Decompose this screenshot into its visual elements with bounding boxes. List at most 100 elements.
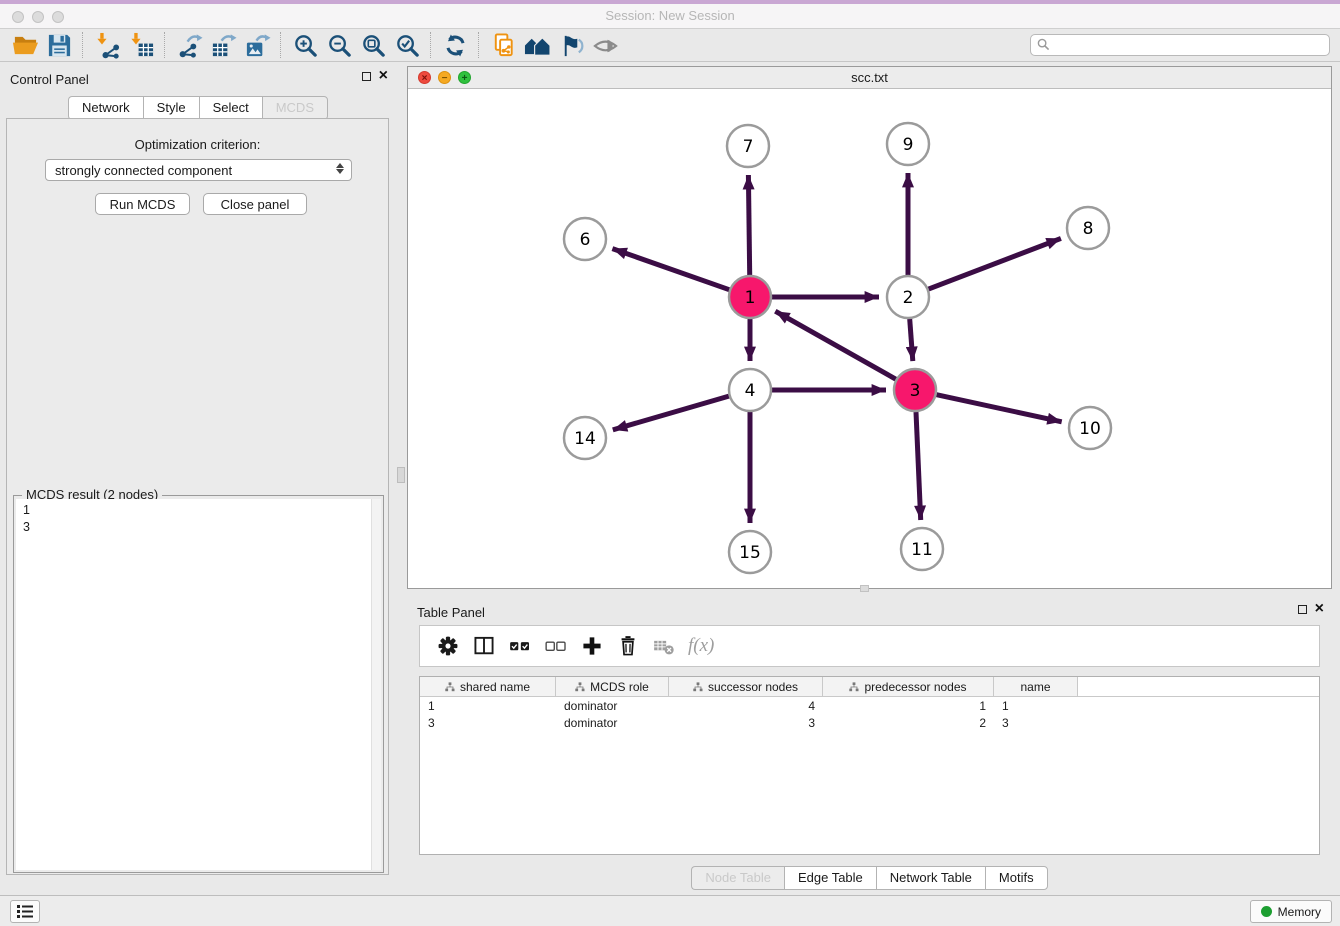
cell-mcds-role[interactable]: dominator xyxy=(556,699,669,713)
graph-edge-1-6[interactable] xyxy=(612,249,729,290)
close-panel-icon[interactable]: × xyxy=(1315,603,1324,615)
column-header-name[interactable]: name xyxy=(994,677,1078,696)
import-network-icon[interactable] xyxy=(90,31,124,59)
control-panel: Control Panel × Network Style Select MCD… xyxy=(0,63,396,895)
search-icon xyxy=(1037,38,1050,51)
graph-node-label: 7 xyxy=(743,137,754,157)
window-title: Session: New Session xyxy=(0,8,1340,23)
select-stepper-icon xyxy=(336,163,344,174)
graph-edge-3-10[interactable] xyxy=(937,395,1062,422)
tab-mcds[interactable]: MCDS xyxy=(262,96,328,120)
delete-table-icon[interactable] xyxy=(646,631,682,661)
close-panel-button[interactable]: Close panel xyxy=(203,193,307,215)
main-toolbar xyxy=(0,29,1340,62)
vertical-splitter-handle[interactable] xyxy=(397,467,405,483)
close-panel-icon[interactable]: × xyxy=(379,70,388,82)
cell-predecessor-nodes[interactable]: 2 xyxy=(823,716,994,730)
graph-node-label: 11 xyxy=(911,540,933,560)
titlebar-accent xyxy=(0,0,1340,4)
table-header-row: shared name MCDS role successor nodes pr… xyxy=(420,677,1319,697)
graph-edge-3-1[interactable] xyxy=(775,311,896,379)
memory-button[interactable]: Memory xyxy=(1250,900,1332,923)
table-row[interactable]: 3 dominator 3 2 3 xyxy=(420,714,1319,731)
graph-node-label: 14 xyxy=(574,429,596,449)
cell-shared-name[interactable]: 3 xyxy=(420,716,556,730)
toolbar-separator xyxy=(280,32,282,58)
graph-node-label: 15 xyxy=(739,543,761,563)
export-network-icon[interactable] xyxy=(172,31,206,59)
horizontal-splitter-handle[interactable] xyxy=(860,585,869,592)
run-mcds-button[interactable]: Run MCDS xyxy=(95,193,190,215)
gear-icon[interactable] xyxy=(430,631,466,661)
export-image-icon[interactable] xyxy=(240,31,274,59)
graph-node-label: 8 xyxy=(1083,219,1094,239)
cell-shared-name[interactable]: 1 xyxy=(420,699,556,713)
function-builder-icon[interactable]: f(x) xyxy=(688,635,714,657)
eye-icon[interactable] xyxy=(588,31,622,59)
optimization-criterion-select[interactable]: strongly connected component xyxy=(45,159,352,181)
tab-network-table[interactable]: Network Table xyxy=(876,866,985,890)
table-row[interactable]: 1 dominator 4 1 1 xyxy=(420,697,1319,714)
search-input[interactable] xyxy=(1030,34,1330,56)
column-header-predecessor-nodes[interactable]: predecessor nodes xyxy=(823,677,994,696)
graphics-details-icon[interactable] xyxy=(554,31,588,59)
open-file-icon[interactable] xyxy=(8,31,42,59)
hierarchy-icon xyxy=(445,682,455,692)
cell-successor-nodes[interactable]: 3 xyxy=(669,716,823,730)
tab-select[interactable]: Select xyxy=(199,96,262,120)
zoom-fit-icon[interactable] xyxy=(356,31,390,59)
tab-style[interactable]: Style xyxy=(143,96,199,120)
node-table[interactable]: shared name MCDS role successor nodes pr… xyxy=(419,676,1320,855)
list-icon xyxy=(16,904,34,919)
zoom-selected-icon[interactable] xyxy=(390,31,424,59)
cell-successor-nodes[interactable]: 4 xyxy=(669,699,823,713)
zoom-out-icon[interactable] xyxy=(322,31,356,59)
table-toolbar: f(x) xyxy=(419,625,1320,667)
select-all-icon[interactable] xyxy=(502,631,538,661)
control-panel-tabs: Network Style Select MCDS xyxy=(0,96,396,120)
graph-edge-4-14[interactable] xyxy=(613,396,729,430)
hierarchy-icon xyxy=(575,682,585,692)
save-session-icon[interactable] xyxy=(42,31,76,59)
table-panel: Table Panel × xyxy=(407,596,1332,894)
network-graph[interactable]: 1234678910111415 xyxy=(408,89,1331,588)
home-icon[interactable] xyxy=(520,31,554,59)
memory-label: Memory xyxy=(1278,905,1321,919)
task-history-button[interactable] xyxy=(10,900,40,923)
float-panel-icon[interactable] xyxy=(1298,605,1307,614)
deselect-all-icon[interactable] xyxy=(538,631,574,661)
criterion-value: strongly connected component xyxy=(55,163,232,178)
column-header-successor-nodes[interactable]: successor nodes xyxy=(669,677,823,696)
tab-network[interactable]: Network xyxy=(68,96,143,120)
cell-name[interactable]: 3 xyxy=(994,716,1078,730)
network-canvas[interactable]: 1234678910111415 xyxy=(408,89,1331,588)
duplicate-network-icon[interactable] xyxy=(486,31,520,59)
column-selector-icon[interactable] xyxy=(466,631,502,661)
graph-edge-1-7[interactable] xyxy=(748,175,749,275)
cell-mcds-role[interactable]: dominator xyxy=(556,716,669,730)
add-icon[interactable] xyxy=(574,631,610,661)
column-header-mcds-role[interactable]: MCDS role xyxy=(556,677,669,696)
mcds-result-area[interactable]: 1 3 xyxy=(16,499,381,870)
toolbar-separator xyxy=(478,32,480,58)
float-panel-icon[interactable] xyxy=(362,72,371,81)
table-panel-title: Table Panel xyxy=(417,605,485,620)
cell-predecessor-nodes[interactable]: 1 xyxy=(823,699,994,713)
tab-motifs[interactable]: Motifs xyxy=(985,866,1048,890)
graph-node-label: 1 xyxy=(745,288,756,308)
graph-edge-2-3[interactable] xyxy=(910,319,913,361)
status-bar: Memory xyxy=(0,895,1340,926)
network-window: × − + scc.txt 1234678910111415 xyxy=(407,66,1332,589)
refresh-icon[interactable] xyxy=(438,31,472,59)
result-scrollbar[interactable] xyxy=(371,499,381,870)
delete-icon[interactable] xyxy=(610,631,646,661)
tab-edge-table[interactable]: Edge Table xyxy=(784,866,876,890)
export-table-icon[interactable] xyxy=(206,31,240,59)
zoom-in-icon[interactable] xyxy=(288,31,322,59)
tab-node-table[interactable]: Node Table xyxy=(691,866,784,890)
graph-edge-3-11[interactable] xyxy=(916,412,921,520)
column-header-shared-name[interactable]: shared name xyxy=(420,677,556,696)
import-table-icon[interactable] xyxy=(124,31,158,59)
graph-edge-2-8[interactable] xyxy=(929,238,1061,289)
cell-name[interactable]: 1 xyxy=(994,699,1078,713)
